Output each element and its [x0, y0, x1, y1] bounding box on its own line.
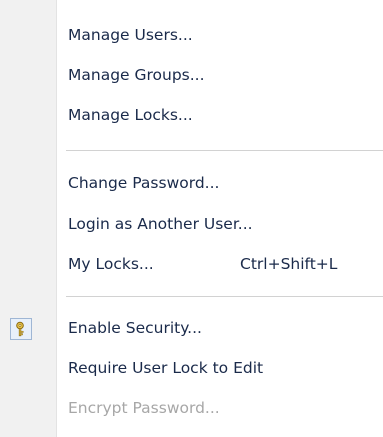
menu-item-label: My Locks...: [68, 255, 154, 273]
menu-item-label: Encrypt Password...: [68, 399, 220, 417]
menu-item-enable-security[interactable]: Enable Security...: [0, 309, 383, 347]
menu-item-my-locks[interactable]: My Locks... Ctrl+Shift+L: [0, 245, 383, 283]
menu-item-change-password[interactable]: Change Password...: [0, 164, 383, 202]
shortcut-text: Ctrl+Shift+L: [240, 255, 338, 273]
menu-item-manage-locks[interactable]: Manage Locks...: [0, 96, 383, 134]
menu-item-label: Login as Another User...: [68, 215, 253, 233]
checked-indicator: [10, 318, 32, 340]
menu-item-label: Enable Security...: [68, 319, 202, 337]
menu-separator: [66, 296, 383, 297]
security-context-menu: Manage Users... Manage Groups... Manage …: [0, 0, 383, 437]
menu-item-login-as-another-user[interactable]: Login as Another User...: [0, 205, 383, 243]
menu-item-manage-groups[interactable]: Manage Groups...: [0, 56, 383, 94]
menu-item-label: Manage Users...: [68, 26, 193, 44]
menu-item-encrypt-password: Encrypt Password...: [0, 389, 383, 427]
menu-item-label: Require User Lock to Edit: [68, 359, 264, 377]
menu-item-manage-users[interactable]: Manage Users...: [0, 16, 383, 54]
key-icon: [16, 321, 24, 337]
menu-item-label: Change Password...: [68, 174, 220, 192]
menu-item-label: Manage Locks...: [68, 106, 193, 124]
menu-item-label: Manage Groups...: [68, 66, 205, 84]
menu-separator: [66, 150, 383, 151]
menu-item-require-user-lock-to-edit[interactable]: Require User Lock to Edit: [0, 349, 383, 387]
